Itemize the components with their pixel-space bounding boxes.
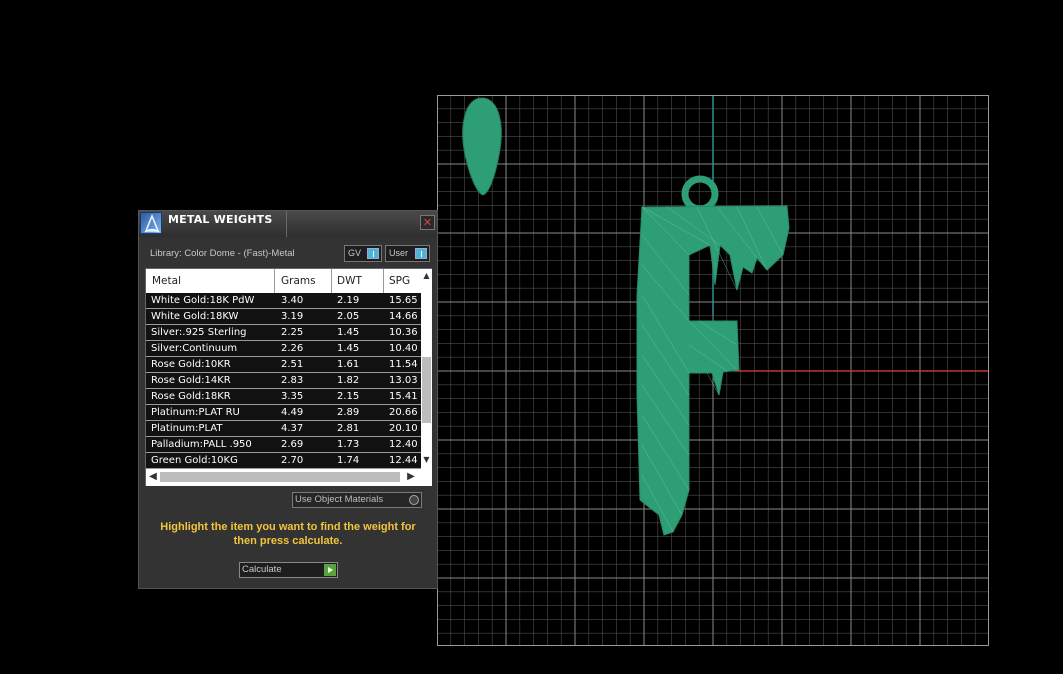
3d-viewport[interactable] xyxy=(437,95,989,646)
column-header-spg[interactable]: SPG xyxy=(389,275,410,287)
table-row[interactable]: White Gold:18KW 3.19 2.05 14.66 xyxy=(146,309,421,325)
grams-cell: 4.37 xyxy=(281,423,304,434)
dwt-cell: 1.74 xyxy=(337,455,360,466)
vertical-scrollbar[interactable]: ▲ ▼ xyxy=(421,269,432,469)
grams-cell: 4.49 xyxy=(281,407,304,418)
chevron-right-icon[interactable]: ▶ xyxy=(406,471,416,483)
table-row[interactable]: Silver:.925 Sterling 2.25 1.45 10.36 xyxy=(146,325,421,341)
dwt-cell: 1.45 xyxy=(337,327,360,338)
scroll-thumb[interactable] xyxy=(422,357,431,423)
app-logo-icon xyxy=(140,212,162,234)
hint-text: Highlight the item you want to find the … xyxy=(160,521,416,547)
metal-cell: Green Gold:10KG xyxy=(151,455,238,466)
table-row[interactable]: Rose Gold:18KR 3.35 2.15 15.41 xyxy=(146,389,421,405)
user-toggle[interactable]: User xyxy=(385,245,430,262)
grams-cell: 2.25 xyxy=(281,327,304,338)
grams-cell: 2.51 xyxy=(281,359,304,370)
table-row[interactable]: Platinum:PLAT 4.37 2.81 20.10 xyxy=(146,421,421,437)
panel-titlebar[interactable]: METAL WEIGHTS ✕ xyxy=(139,211,437,237)
metal-cell: Silver:Continuum xyxy=(151,343,238,354)
calculate-button[interactable]: Calculate xyxy=(239,562,338,578)
spg-cell: 14.66 xyxy=(389,311,418,322)
spg-cell: 13.03 xyxy=(389,375,418,386)
spg-cell: 10.40 xyxy=(389,343,418,354)
library-label: Library: Color Dome - (Fast)-Metal xyxy=(150,248,295,259)
spg-cell: 12.40 xyxy=(389,439,418,450)
dwt-cell: 1.73 xyxy=(337,439,360,450)
table-row[interactable]: Palladium:PALL .950 2.69 1.73 12.40 xyxy=(146,437,421,453)
column-header-dwt[interactable]: DWT xyxy=(337,275,362,287)
table-row[interactable]: Platinum:PLAT RU 4.49 2.89 20.66 xyxy=(146,405,421,421)
teardrop-model[interactable] xyxy=(462,97,502,196)
toggle-knob-icon xyxy=(415,248,427,259)
use-object-materials-option[interactable]: Use Object Materials xyxy=(292,492,422,508)
table-row[interactable]: Green Gold:10KG 2.70 1.74 12.44 xyxy=(146,453,421,469)
spg-cell: 12.44 xyxy=(389,455,418,466)
spg-cell: 15.65 xyxy=(389,295,418,306)
close-icon[interactable]: ✕ xyxy=(420,215,435,230)
chevron-left-icon[interactable]: ◀ xyxy=(148,471,158,483)
dwt-cell: 1.61 xyxy=(337,359,360,370)
scroll-thumb[interactable] xyxy=(160,472,400,482)
viewport-canvas[interactable] xyxy=(437,95,989,646)
radio-icon[interactable] xyxy=(409,495,419,505)
gv-toggle[interactable]: GV xyxy=(344,245,382,262)
spg-cell: 15.41 xyxy=(389,391,418,402)
metal-table[interactable]: Metal Grams DWT SPG White Gold:18K PdW 3.… xyxy=(145,268,432,486)
column-header-metal[interactable]: Metal xyxy=(152,275,181,287)
user-toggle-label: User xyxy=(389,248,409,258)
chevron-down-icon[interactable]: ▼ xyxy=(422,455,431,465)
grams-cell: 2.83 xyxy=(281,375,304,386)
pendant-bail xyxy=(681,175,719,213)
table-row[interactable]: Silver:Continuum 2.26 1.45 10.40 xyxy=(146,341,421,357)
use-object-materials-label: Use Object Materials xyxy=(295,494,384,505)
dwt-cell: 2.81 xyxy=(337,423,360,434)
metal-cell: Platinum:PLAT RU xyxy=(151,407,240,418)
horizontal-scrollbar[interactable]: ◀ ▶ xyxy=(146,469,432,486)
metal-cell: Silver:.925 Sterling xyxy=(151,327,247,338)
dwt-cell: 1.82 xyxy=(337,375,360,386)
metal-cell: Palladium:PALL .950 xyxy=(151,439,252,450)
dwt-cell: 1.45 xyxy=(337,343,360,354)
metal-cell: Rose Gold:10KR xyxy=(151,359,231,370)
spg-cell: 11.54 xyxy=(389,359,418,370)
metal-cell: Platinum:PLAT xyxy=(151,423,223,434)
panel-title: METAL WEIGHTS xyxy=(168,213,273,226)
grams-cell: 2.69 xyxy=(281,439,304,450)
metal-cell: Rose Gold:18KR xyxy=(151,391,231,402)
table-row[interactable]: White Gold:18K PdW 3.40 2.19 15.65 xyxy=(146,293,421,309)
spg-cell: 10.36 xyxy=(389,327,418,338)
dwt-cell: 2.89 xyxy=(337,407,360,418)
grams-cell: 2.70 xyxy=(281,455,304,466)
toggle-knob-icon xyxy=(367,248,379,259)
dwt-cell: 2.15 xyxy=(337,391,360,402)
table-row[interactable]: Rose Gold:10KR 2.51 1.61 11.54 xyxy=(146,357,421,373)
table-header: Metal Grams DWT SPG xyxy=(146,269,421,293)
grams-cell: 3.19 xyxy=(281,311,304,322)
metal-cell: Rose Gold:14KR xyxy=(151,375,231,386)
table-row[interactable]: Rose Gold:14KR 2.83 1.82 13.03 xyxy=(146,373,421,389)
grams-cell: 3.35 xyxy=(281,391,304,402)
grams-cell: 2.26 xyxy=(281,343,304,354)
metal-weights-panel: METAL WEIGHTS ✕ Library: Color Dome - (F… xyxy=(138,210,438,589)
calculate-label: Calculate xyxy=(242,564,282,575)
play-icon xyxy=(324,564,336,576)
metal-cell: White Gold:18K PdW xyxy=(151,295,255,306)
chevron-up-icon[interactable]: ▲ xyxy=(422,271,431,281)
grams-cell: 3.40 xyxy=(281,295,304,306)
column-header-grams[interactable]: Grams xyxy=(281,275,316,287)
gv-toggle-label: GV xyxy=(348,248,362,258)
spg-cell: 20.66 xyxy=(389,407,418,418)
dwt-cell: 2.19 xyxy=(337,295,360,306)
dwt-cell: 2.05 xyxy=(337,311,360,322)
spg-cell: 20.10 xyxy=(389,423,418,434)
metal-cell: White Gold:18KW xyxy=(151,311,239,322)
table-body: White Gold:18K PdW 3.40 2.19 15.65 White Gol… xyxy=(146,293,421,469)
